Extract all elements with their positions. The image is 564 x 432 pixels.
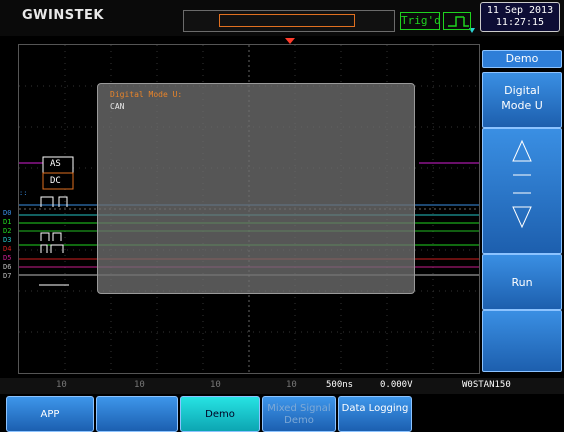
ch4-scale: 10 <box>286 380 297 390</box>
softkey-mixed-signal-demo[interactable]: Mixed Signal Demo <box>262 396 336 432</box>
digital-channel-label-d5: D5 <box>3 254 12 262</box>
sample-rate-readout: W0STAN150 <box>462 380 511 390</box>
arrow-up-icon <box>512 139 532 162</box>
svg-text:::: :: <box>19 189 27 197</box>
dialog-title: Digital Mode U: <box>110 90 183 99</box>
bus-label-dc: DC <box>50 176 61 186</box>
brand-logo: GWINSTEK <box>22 8 104 23</box>
timebase-window[interactable] <box>219 14 355 27</box>
digital-channel-label-d7: D7 <box>3 272 12 280</box>
waveform-display[interactable]: :: AS DC D0 D1 D2 D3 D4 D5 D6 D7 Digital… <box>3 44 480 374</box>
side-menu: Demo Digital Mode U Run <box>480 44 564 376</box>
time-text: 11:27:15 <box>495 17 545 28</box>
digital-channel-label-d4: D4 <box>3 245 12 253</box>
side-menu-empty-slot <box>482 310 562 372</box>
trigger-level-readout: 0.000V <box>380 380 413 390</box>
side-menu-title: Demo <box>482 50 562 68</box>
date-time-display: 11 Sep 2013 11:27:15 <box>480 2 560 32</box>
ch2-scale: 10 <box>134 380 145 390</box>
digital-mode-dialog[interactable]: Digital Mode U: CAN <box>97 83 415 294</box>
bus-label-as: AS <box>50 159 61 169</box>
dialog-value: CAN <box>110 102 125 111</box>
softkey-app[interactable]: APP <box>6 396 94 432</box>
status-bar: 10 10 10 10 500ns 0.000V W0STAN150 <box>0 378 564 394</box>
digital-mode-line1: Digital <box>504 84 540 97</box>
run-button[interactable]: Run <box>482 254 562 310</box>
digital-mode-button[interactable]: Digital Mode U <box>482 72 562 128</box>
digital-channel-label-d6: D6 <box>3 263 12 271</box>
mode-updown-button[interactable] <box>482 128 562 254</box>
digital-channel-label-d2: D2 <box>3 227 12 235</box>
ch3-scale: 10 <box>210 380 221 390</box>
digital-channel-label-d0: D0 <box>3 209 12 217</box>
digital-mode-line2: Mode U <box>501 99 543 112</box>
timebase-overview[interactable] <box>183 10 475 33</box>
softkey-data-logging[interactable]: Data Logging <box>338 396 412 432</box>
top-bar: GWINSTEK Trig'd 11 Sep 2013 11:27:15 <box>0 0 564 36</box>
trigger-edge-icon <box>443 12 471 30</box>
arrow-down-icon <box>512 206 532 229</box>
digital-channel-label-d3: D3 <box>3 236 12 244</box>
softkey-demo[interactable]: Demo <box>180 396 260 432</box>
timebase-readout: 500ns <box>326 380 354 390</box>
digital-channel-label-d1: D1 <box>3 218 12 226</box>
softkey-empty[interactable] <box>96 396 178 432</box>
ch1-scale: 10 <box>56 380 67 390</box>
trigger-status-badge: Trig'd <box>400 12 441 30</box>
date-text: 11 Sep 2013 <box>486 5 554 16</box>
